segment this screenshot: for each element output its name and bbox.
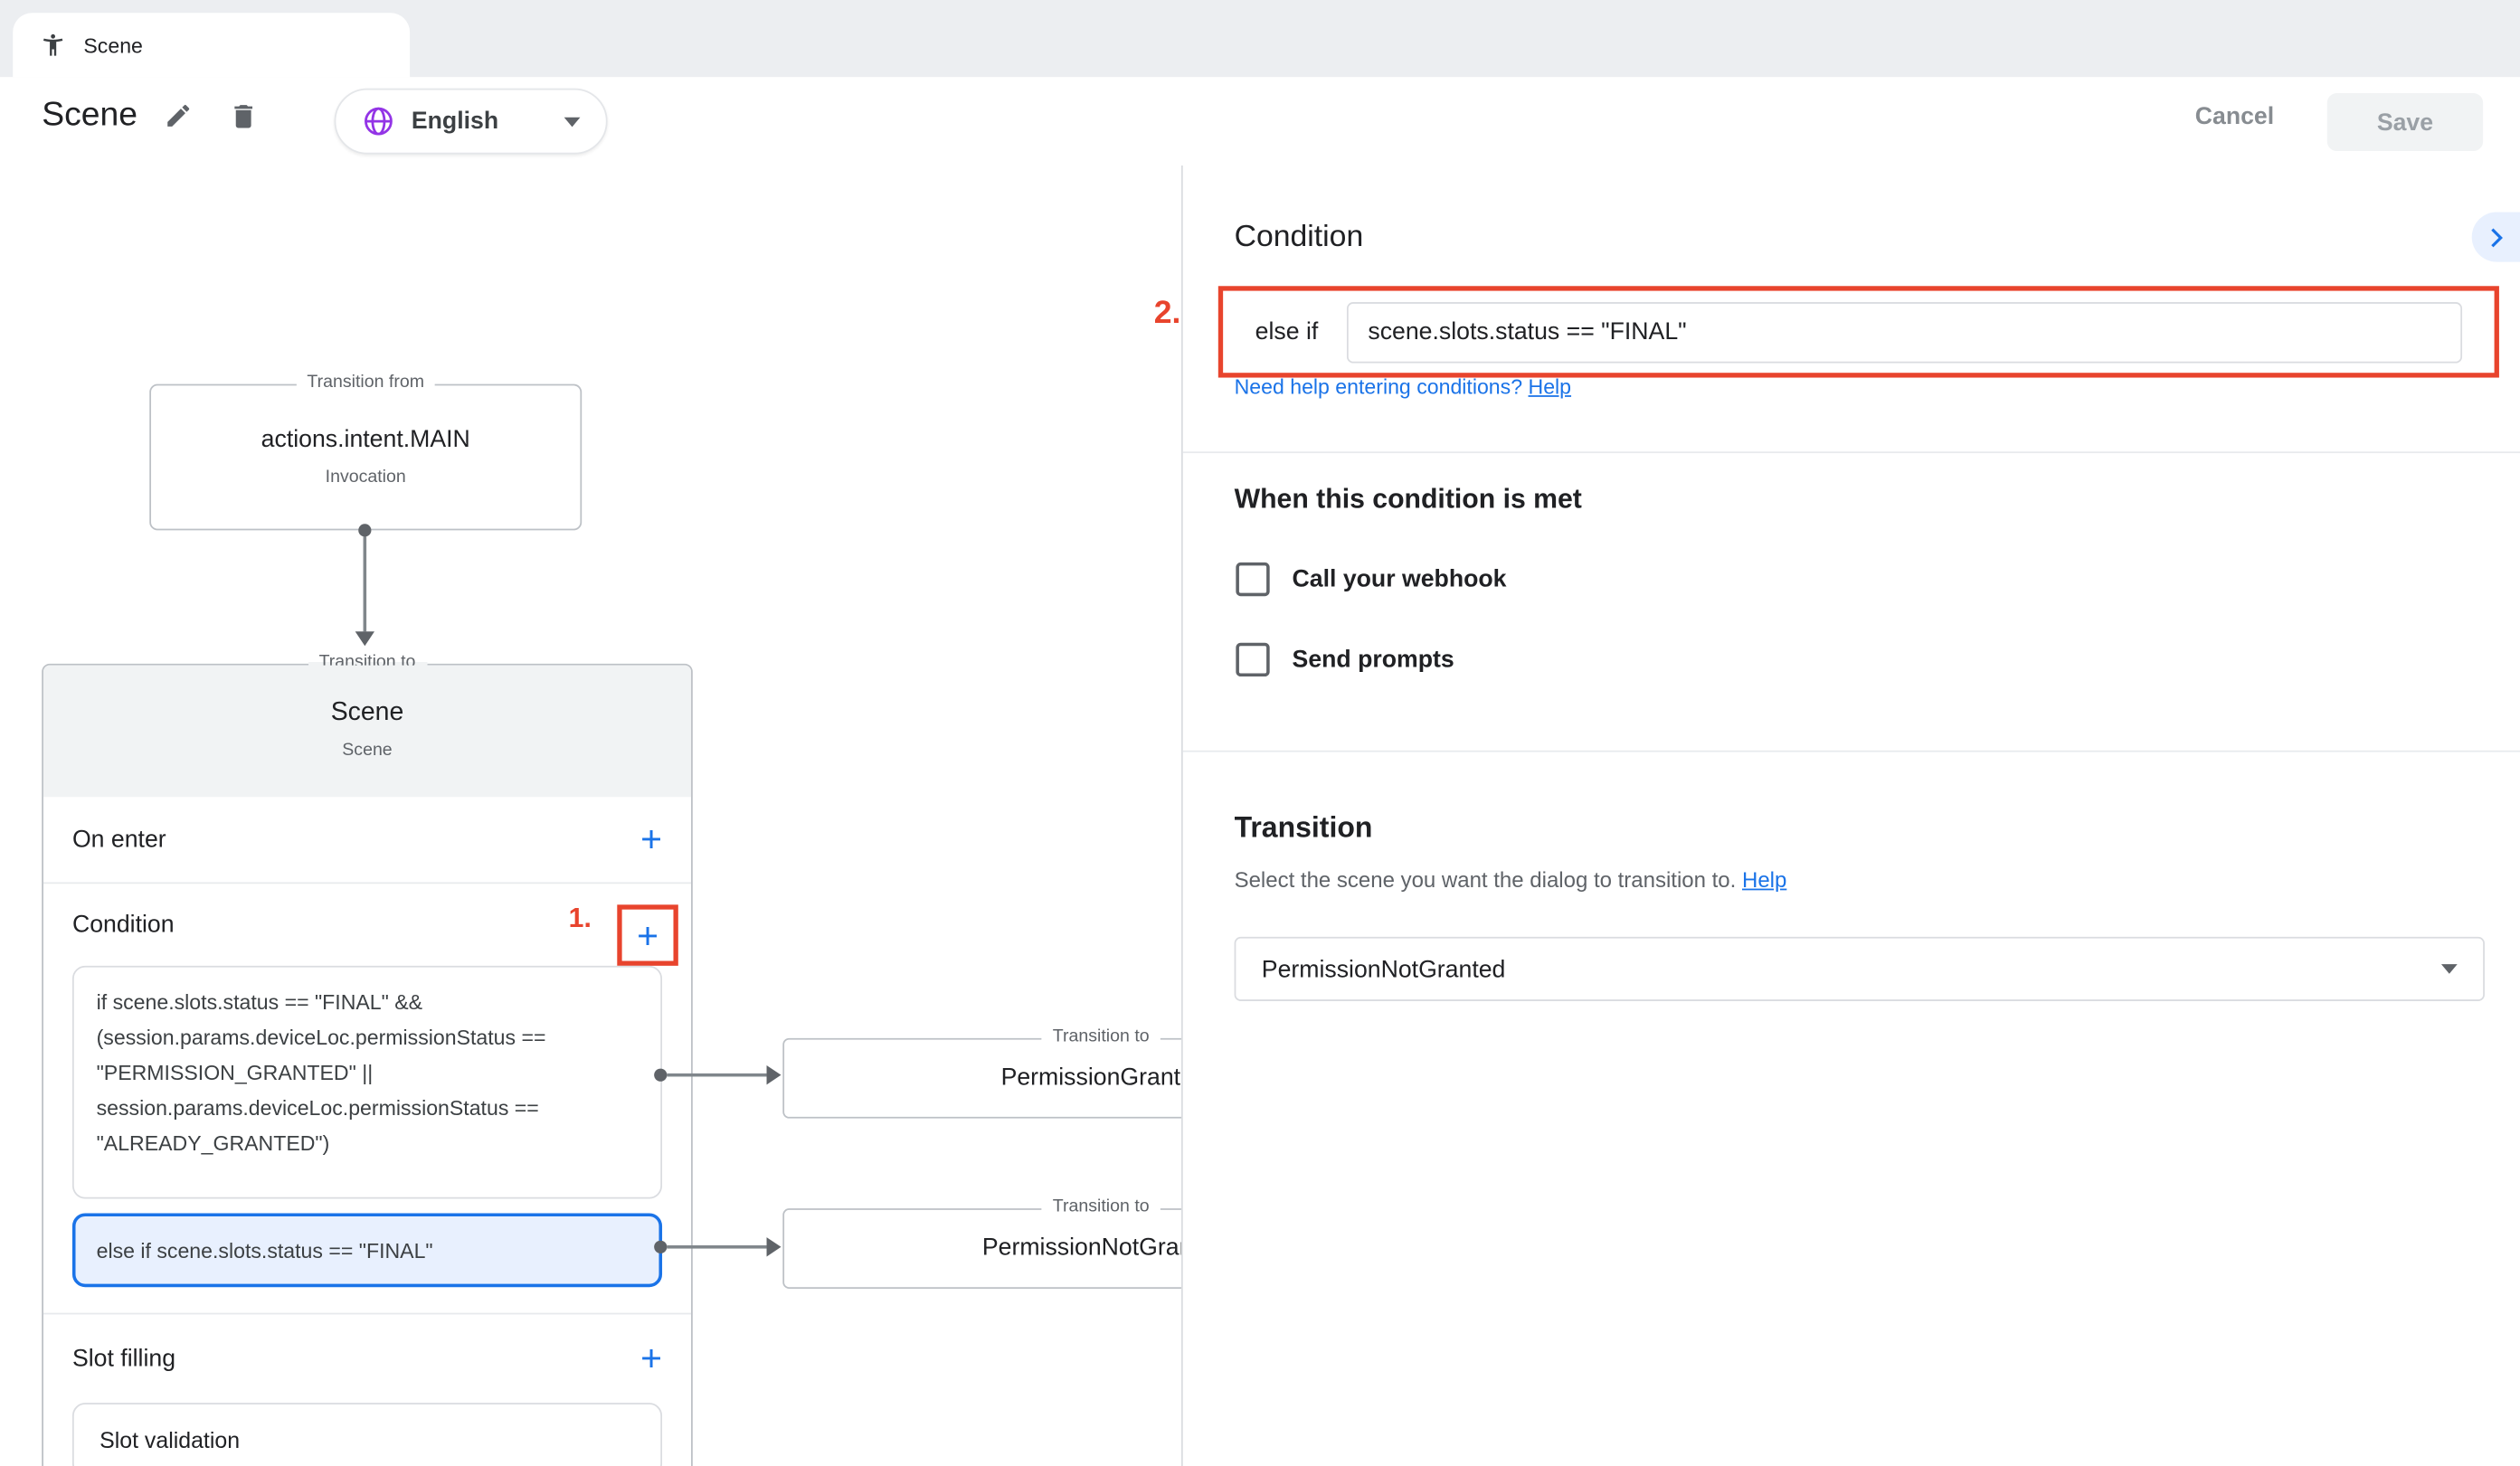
transition-from-border-label: Transition from <box>296 373 435 392</box>
divider <box>1183 751 2520 752</box>
add-slot-button[interactable]: + <box>640 1339 662 1376</box>
edit-scene-button[interactable] <box>157 95 199 137</box>
add-condition-button[interactable]: + <box>637 917 658 954</box>
scene-card: Transition to Scene Scene On enter + Con… <box>42 664 693 1466</box>
call-your-webhook-label: Call your webhook <box>1293 565 1507 592</box>
chevron-right-icon <box>2481 222 2510 251</box>
page-title: Scene <box>42 97 137 136</box>
send-prompts-check-row: Send prompts <box>1236 643 1454 676</box>
arrow-right-icon <box>767 1065 782 1084</box>
annotation-box-1: + <box>617 904 678 966</box>
connector-dot <box>654 1241 667 1253</box>
delete-scene-button[interactable] <box>222 95 263 137</box>
transition-heading: Transition <box>1235 811 1373 845</box>
header: Scene English Cancel Save <box>0 77 2520 166</box>
connector-line <box>364 536 367 631</box>
scene-card-header: Scene Scene <box>43 666 691 798</box>
scene-card-subtitle: Scene <box>43 741 691 760</box>
condition-help-line: Need help entering conditions? Help <box>1235 374 1571 399</box>
intent-name: actions.intent.MAIN <box>151 426 580 453</box>
language-label: English <box>412 108 548 135</box>
tab-bar: Scene <box>0 0 2520 77</box>
slot-filling-label: Slot filling <box>72 1344 640 1371</box>
connector-line <box>667 1245 766 1249</box>
condition-section-header: Condition <box>43 882 691 965</box>
trash-icon <box>227 100 258 131</box>
when-met-heading: When this condition is met <box>1235 484 1582 516</box>
transition-scene-value: PermissionNotGranted <box>1262 955 2441 982</box>
cancel-button[interactable]: Cancel <box>2195 103 2274 130</box>
call-your-webhook-checkbox[interactable] <box>1236 563 1269 596</box>
transition-description-text: Select the scene you want the dialog to … <box>1235 867 1737 892</box>
divider <box>1183 451 2520 453</box>
connector-dot <box>358 524 371 536</box>
chevron-down-icon <box>564 117 581 127</box>
language-selector[interactable]: English <box>335 89 608 155</box>
condition-item-1[interactable]: if scene.slots.status == "FINAL" && (ses… <box>72 966 662 1199</box>
pencil-icon <box>164 101 193 130</box>
tab-scene[interactable]: Scene <box>13 13 410 77</box>
send-prompts-checkbox[interactable] <box>1236 643 1269 676</box>
condition-expression-input[interactable] <box>1347 301 2462 363</box>
slot-filling-header: Slot filling + <box>43 1313 691 1404</box>
scene-card-title: Scene <box>43 699 691 728</box>
save-button[interactable]: Save <box>2327 93 2483 151</box>
chevron-down-icon <box>2441 964 2458 974</box>
send-prompts-label: Send prompts <box>1293 646 1454 673</box>
arrow-down-icon <box>355 631 374 646</box>
else-if-label: else if <box>1255 318 1319 345</box>
condition-help-link[interactable]: Help <box>1529 374 1572 399</box>
transition-from-node[interactable]: Transition from actions.intent.MAIN Invo… <box>149 384 582 531</box>
transition-help-link[interactable]: Help <box>1742 867 1786 892</box>
connector-line <box>667 1073 766 1077</box>
webhook-check-row: Call your webhook <box>1236 563 1506 596</box>
target-border-label: Transition to <box>1041 1197 1161 1216</box>
on-enter-row: On enter + <box>43 797 691 882</box>
tab-label: Scene <box>83 33 143 57</box>
transition-scene-select[interactable]: PermissionNotGranted <box>1235 937 2485 1001</box>
connector-dot <box>654 1069 667 1082</box>
condition-editor-panel: Condition else if Need help entering con… <box>1181 166 2520 1466</box>
panel-condition-heading: Condition <box>1235 220 1364 255</box>
transition-description: Select the scene you want the dialog to … <box>1235 867 1787 892</box>
annotation-step-2: 2. <box>1154 296 1181 333</box>
globe-icon <box>362 104 395 137</box>
arrow-right-icon <box>767 1237 782 1256</box>
help-prompt-text: Need help entering conditions? <box>1235 374 1522 399</box>
annotation-step-1: 1. <box>569 903 592 936</box>
collapse-panel-button[interactable] <box>2472 213 2520 262</box>
slot-item-1[interactable]: Slot validation <box>72 1403 662 1466</box>
annotation-box-2: else if <box>1218 286 2499 377</box>
add-on-enter-button[interactable]: + <box>640 821 662 858</box>
target-border-label: Transition to <box>1041 1026 1161 1045</box>
condition-item-2[interactable]: else if scene.slots.status == "FINAL" <box>72 1213 662 1287</box>
intent-type: Invocation <box>151 468 580 487</box>
accessibility-person-icon <box>40 33 65 58</box>
on-enter-label: On enter <box>72 826 640 853</box>
